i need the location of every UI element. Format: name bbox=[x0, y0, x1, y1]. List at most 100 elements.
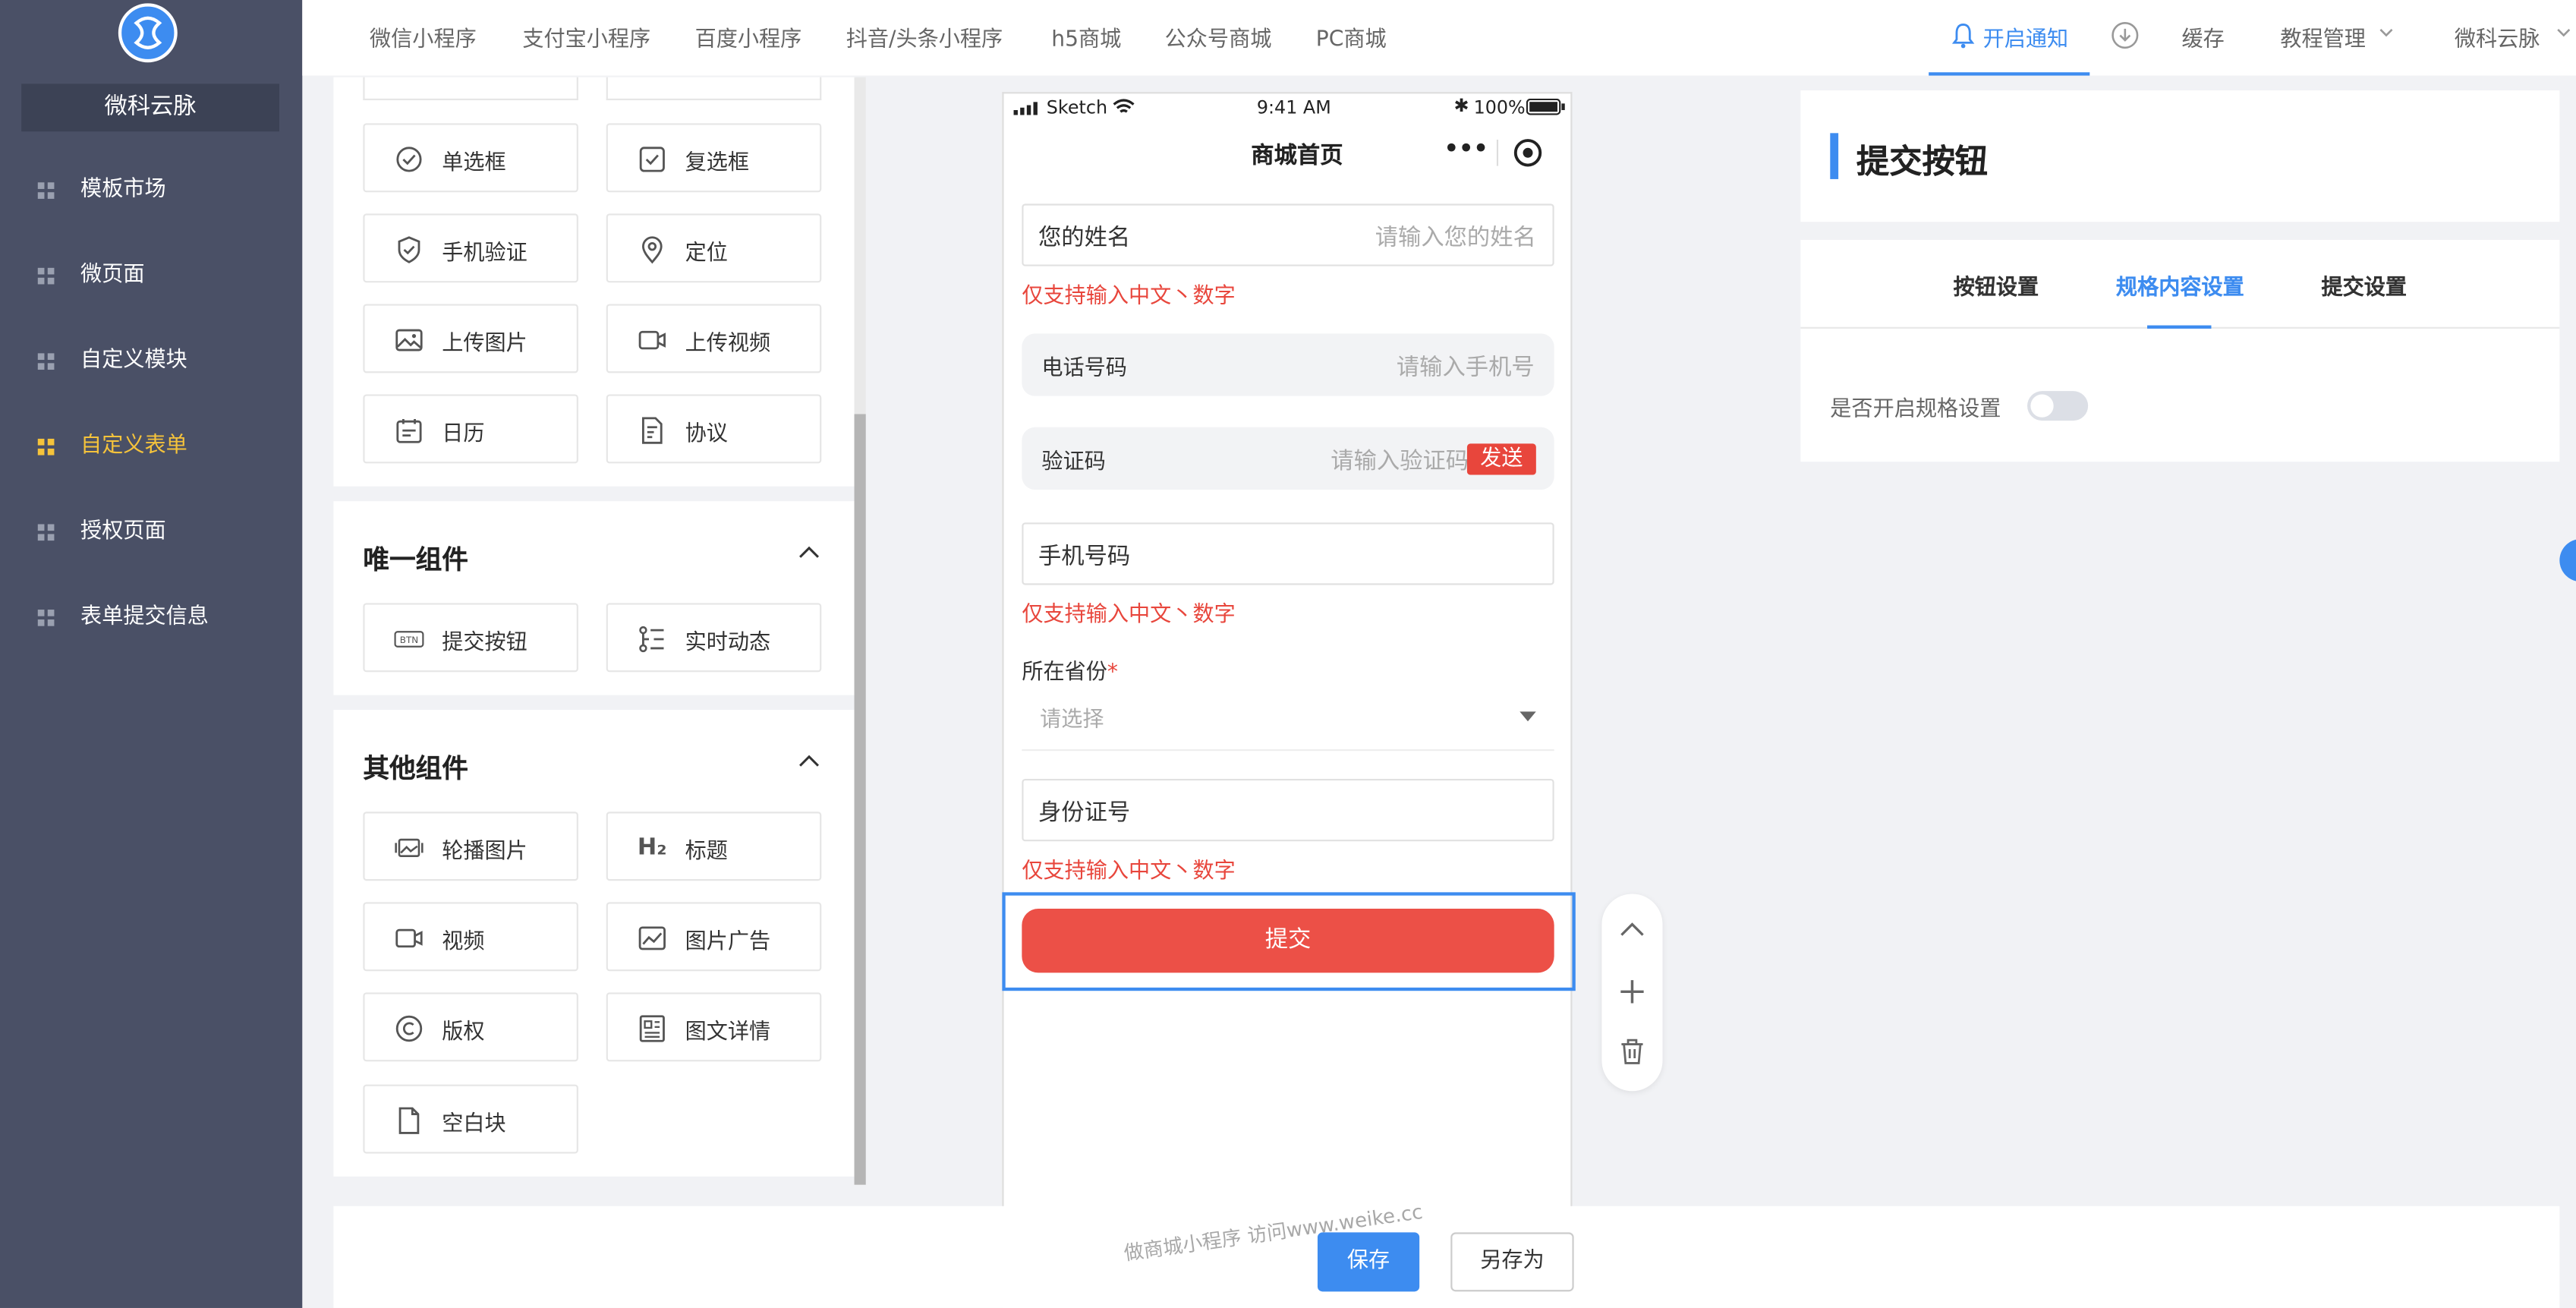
nav-baidu-miniprogram[interactable]: 百度小程序 bbox=[695, 21, 802, 52]
sidebar: 微科云脉 模板市场 微页面 自定义模块 自定义表单 授权页面 表单提交信息 bbox=[0, 0, 303, 1308]
component-copyright[interactable]: 版权 bbox=[363, 992, 578, 1062]
sidebar-item-form-submissions[interactable]: 表单提交信息 bbox=[0, 588, 302, 648]
component-location[interactable]: 定位 bbox=[606, 213, 822, 283]
article-icon bbox=[639, 1015, 665, 1042]
field-placeholder: 请输入验证码 bbox=[1331, 448, 1469, 475]
component-agreement[interactable]: 协议 bbox=[606, 394, 822, 464]
mobile-field[interactable]: 手机号码 bbox=[1022, 522, 1554, 585]
send-code-button[interactable]: 发送 bbox=[1466, 443, 1536, 475]
component-radio[interactable]: 单选框 bbox=[363, 123, 578, 193]
component-partial bbox=[363, 77, 578, 101]
sidebar-item-label: 自定义模块 bbox=[80, 348, 187, 373]
bell-icon bbox=[1951, 24, 1975, 49]
submit-button[interactable]: 提交 bbox=[1022, 908, 1554, 973]
sidebar-item-template-market[interactable]: 模板市场 bbox=[0, 161, 302, 220]
cache-button[interactable]: 缓存 bbox=[2182, 21, 2225, 52]
calendar-icon bbox=[396, 418, 422, 443]
tab-button-settings[interactable]: 按钮设置 bbox=[1954, 269, 2039, 301]
phone-preview: Sketch 9:41 AM ✱ 100% 商城首页 ••• 您的姓名 请输入您… bbox=[1002, 92, 1576, 1308]
component-heading[interactable]: H₂ 标题 bbox=[606, 812, 822, 881]
component-upload-image[interactable]: 上传图片 bbox=[363, 304, 578, 373]
grid-icon bbox=[37, 267, 55, 285]
tab-submit-settings[interactable]: 提交设置 bbox=[2321, 269, 2407, 301]
component-submit-button[interactable]: BTN 提交按钮 bbox=[363, 603, 578, 673]
component-upload-video[interactable]: 上传视频 bbox=[606, 304, 822, 373]
component-image-ad[interactable]: 图片广告 bbox=[606, 902, 822, 972]
component-label: 空白块 bbox=[442, 1112, 506, 1137]
user-menu[interactable]: 微科云脉 bbox=[2455, 21, 2540, 52]
save-button[interactable]: 保存 bbox=[1317, 1232, 1420, 1292]
phone-number-field[interactable]: 电话号码 请输入手机号 bbox=[1022, 333, 1554, 396]
section-title: 唯一组件 bbox=[363, 544, 468, 575]
notify-toggle[interactable]: 开启通知 bbox=[1929, 0, 2090, 76]
grid-icon bbox=[37, 182, 55, 199]
download-icon[interactable] bbox=[2111, 21, 2139, 49]
app-logo[interactable] bbox=[118, 3, 178, 63]
nav-h5-mall[interactable]: h5商城 bbox=[1051, 21, 1121, 52]
required-mark: * bbox=[1107, 660, 1119, 686]
move-up-icon[interactable] bbox=[1620, 922, 1644, 936]
save-as-button[interactable]: 另存为 bbox=[1450, 1232, 1574, 1292]
side-float-tab[interactable] bbox=[2559, 538, 2576, 582]
top-bar: 微信小程序 支付宝小程序 百度小程序 抖音/头条小程序 h5商城 公众号商城 P… bbox=[302, 0, 2576, 76]
chevron-up-icon[interactable] bbox=[798, 755, 820, 767]
id-card-field[interactable]: 身份证号 bbox=[1022, 778, 1554, 842]
province-select[interactable]: 请选择 bbox=[1022, 692, 1554, 752]
clock: 9:41 AM bbox=[1256, 96, 1331, 118]
component-checkbox[interactable]: 复选框 bbox=[606, 123, 822, 193]
spec-setting-toggle[interactable] bbox=[2027, 391, 2089, 421]
tab-spec-content-settings[interactable]: 规格内容设置 bbox=[2116, 269, 2244, 301]
close-circle-icon[interactable] bbox=[1513, 138, 1543, 168]
id-card-error: 仅支持输入中文丶数字 bbox=[1022, 859, 1236, 884]
add-icon[interactable] bbox=[1620, 979, 1644, 1004]
component-blank-block[interactable]: 空白块 bbox=[363, 1084, 578, 1154]
nav-douyin-miniprogram[interactable]: 抖音/头条小程序 bbox=[846, 21, 1003, 52]
component-carousel[interactable]: 轮播图片 bbox=[363, 812, 578, 881]
image-icon bbox=[395, 329, 423, 351]
component-label: 定位 bbox=[685, 241, 728, 266]
select-placeholder: 请选择 bbox=[1040, 708, 1104, 733]
properties-body: 按钮设置 规格内容设置 提交设置 是否开启规格设置 bbox=[1800, 240, 2560, 462]
nav-alipay-miniprogram[interactable]: 支付宝小程序 bbox=[522, 21, 650, 52]
sidebar-item-micro-page[interactable]: 微页面 bbox=[0, 247, 302, 306]
name-field[interactable]: 您的姓名 请输入您的姓名 bbox=[1022, 203, 1554, 266]
component-label: 手机验证 bbox=[442, 241, 527, 266]
component-phone-verify[interactable]: 手机验证 bbox=[363, 213, 578, 283]
component-calendar[interactable]: 日历 bbox=[363, 394, 578, 464]
spec-setting-label: 是否开启规格设置 bbox=[1830, 397, 2001, 423]
trash-icon[interactable] bbox=[1620, 1039, 1644, 1065]
field-label: 您的姓名 bbox=[1038, 225, 1131, 252]
scrollbar-thumb[interactable] bbox=[854, 414, 866, 1185]
field-label: 手机号码 bbox=[1038, 544, 1131, 571]
grid-icon bbox=[37, 353, 55, 370]
brand-name: 微科云脉 bbox=[21, 84, 279, 132]
chevron-down-icon bbox=[2379, 29, 2393, 37]
signal-icon bbox=[1013, 102, 1038, 115]
component-label: 日历 bbox=[442, 422, 485, 447]
sidebar-item-custom-module[interactable]: 自定义模块 bbox=[0, 332, 302, 391]
component-live-feed[interactable]: 实时动态 bbox=[606, 603, 822, 673]
sidebar-item-custom-form[interactable]: 自定义表单 bbox=[0, 418, 302, 477]
component-label: 协议 bbox=[685, 422, 728, 447]
component-article-detail[interactable]: 图文详情 bbox=[606, 992, 822, 1062]
sidebar-item-auth-page[interactable]: 授权页面 bbox=[0, 503, 302, 562]
name-error: 仅支持输入中文丶数字 bbox=[1022, 284, 1236, 309]
component-label: 上传图片 bbox=[442, 332, 527, 357]
component-label: 轮播图片 bbox=[442, 840, 527, 865]
component-label: 提交按钮 bbox=[442, 631, 527, 656]
bluetooth-icon: ✱ bbox=[1453, 95, 1469, 117]
capsule-menu[interactable]: ••• bbox=[1428, 131, 1559, 174]
tutorial-menu[interactable]: 教程管理 bbox=[2280, 21, 2366, 52]
location-icon bbox=[642, 236, 663, 264]
verification-code-field[interactable]: 验证码 请输入验证码 发送 bbox=[1022, 427, 1554, 490]
chevron-up-icon[interactable] bbox=[798, 546, 820, 559]
more-icon[interactable]: ••• bbox=[1444, 137, 1488, 163]
nav-wechat-miniprogram[interactable]: 微信小程序 bbox=[370, 21, 477, 52]
battery-icon bbox=[1526, 98, 1565, 115]
grid-icon bbox=[37, 438, 55, 455]
nav-official-account-mall[interactable]: 公众号商城 bbox=[1165, 21, 1272, 52]
component-video[interactable]: 视频 bbox=[363, 902, 578, 972]
sidebar-item-label: 自定义表单 bbox=[80, 433, 187, 459]
nav-pc-mall[interactable]: PC商城 bbox=[1316, 21, 1387, 52]
carousel-icon bbox=[395, 838, 424, 858]
